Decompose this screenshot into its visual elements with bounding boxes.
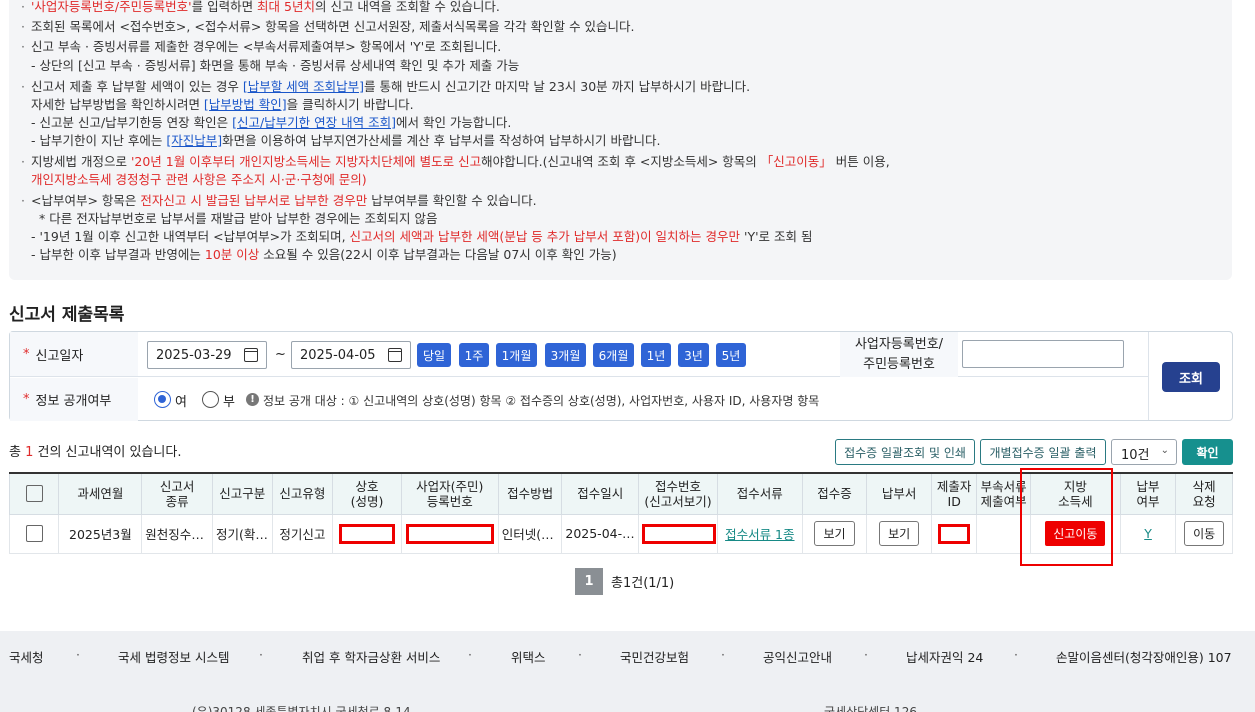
page-current[interactable]: 1	[575, 568, 603, 595]
notice-line-5: 신고서 제출 후 납부할 세액이 있는 경우 [납부할 세액 조회납부]를 통해…	[21, 78, 750, 96]
documents-link[interactable]: 접수서류 1종	[725, 527, 794, 542]
header-period: 과세연월	[58, 472, 143, 515]
footer-link-nts[interactable]: 국세청	[9, 647, 44, 666]
notice-line-8: - 납부기한이 지난 후에는 [자진납부]화면을 이용하여 납부지연가산세를 계…	[31, 133, 661, 148]
notice-line-2: 조회된 목록에서 <접수번호>, <접수서류> 항목을 선택하면 신고서원장, …	[21, 18, 635, 36]
footer-link-relay-center[interactable]: 손말이음센터(청각장애인용) 107	[1056, 647, 1232, 666]
notice-line-13: - '19년 1월 이후 신고한 내역부터 <납부여부>가 조회되며, 신고서의…	[31, 229, 813, 244]
search-form: * 신고일자 2025-03-29 ~ 2025-04-05 당일 1주 1개월 …	[9, 331, 1233, 421]
calendar-icon[interactable]	[388, 348, 402, 362]
header-form-type: 신고서 종류	[141, 472, 213, 515]
page-total: 총1건(1/1)	[611, 576, 675, 591]
payment-method-link[interactable]: [납부방법 확인]	[204, 97, 287, 112]
notice-box: '사업자등록번호/주민등록번호'를 입력하면 최대 5년치의 신고 내역을 조회…	[9, 0, 1232, 280]
redacted-biz-number	[405, 523, 494, 544]
bill-view-button[interactable]: 보기	[879, 521, 920, 546]
notice-line-6: 자세한 납부방법을 확인하시려면 [납부방법 확인]을 클릭하시기 바랍니다.	[31, 97, 414, 112]
footer-link-nhis[interactable]: 국민건강보험	[620, 647, 689, 666]
radio-yes[interactable]	[154, 391, 171, 408]
notice-line-12: * 다른 전자납부번호로 납부서를 재발급 받아 납부한 경우에는 조회되지 않…	[39, 211, 438, 226]
footer-link-taxpayer-rights[interactable]: 납세자권익 24	[906, 647, 983, 666]
header-bill: 납부서	[866, 472, 932, 515]
period-3year-button[interactable]: 3년	[678, 343, 709, 367]
delete-move-button[interactable]: 이동	[1184, 521, 1225, 546]
notice-line-9: 지방세법 개정으로 '20년 1월 이후부터 개인지방소득세는 지방자치단체에 …	[21, 153, 890, 171]
header-select-all	[8, 472, 60, 515]
date-label: * 신고일자	[10, 332, 138, 376]
disclose-row: * 정보 공개여부 여 부 ! 정보 공개 대상 : ① 신고내역의 상호(성명)…	[10, 378, 1148, 421]
total-count: 총 1 건의 신고내역이 있습니다.	[9, 445, 182, 460]
header-receipt: 접수증	[801, 472, 868, 515]
period-1year-button[interactable]: 1년	[641, 343, 671, 367]
disclose-label: * 정보 공개여부	[10, 378, 138, 421]
row-checkbox[interactable]	[25, 525, 43, 542]
redacted-company	[338, 523, 395, 544]
cell-method: 인터넷(작성)	[497, 513, 563, 554]
notice-line-11: <납부여부> 항목은 전자신고 시 발급된 납부서로 납부한 경우만 납부여부를…	[21, 192, 537, 210]
header-paid: 납부 여부	[1119, 472, 1177, 515]
pay-tax-link[interactable]: [납부할 세액 조회납부]	[243, 79, 364, 94]
disclose-info: 정보 공개 대상 : ① 신고내역의 상호(성명) 항목 ② 접수증의 상호(성…	[263, 394, 820, 408]
self-payment-link[interactable]: [자진납부]	[166, 133, 222, 148]
notice-line-3: 신고 부속 · 증빙서류를 제출한 경우에는 <부속서류제출여부> 항목에서 '…	[21, 38, 501, 56]
footer-link-law[interactable]: 국세 법령정보 시스템	[118, 647, 229, 666]
period-6month-button[interactable]: 6개월	[593, 343, 634, 367]
bulk-receipt-button[interactable]: 접수증 일괄조회 및 인쇄	[835, 439, 975, 465]
notice-line-7: - 신고분 신고/납부기한등 연장 확인은 [신고/납부기한 연장 내역 조회]…	[31, 115, 512, 130]
period-today-button[interactable]: 당일	[417, 343, 451, 367]
header-category: 신고구분	[211, 472, 273, 515]
extension-history-link[interactable]: [신고/납부기한 연장 내역 조회]	[232, 115, 396, 130]
notice-line-10: 개인지방소득세 경정청구 관련 사항은 주소지 시·군·구청에 문의)	[31, 172, 367, 187]
footer-link-wetax[interactable]: 위택스	[511, 647, 546, 666]
period-1week-button[interactable]: 1주	[459, 343, 489, 367]
confirm-button[interactable]: 확인	[1182, 439, 1233, 465]
header-received-at: 접수일시	[561, 472, 640, 515]
header-documents: 접수서류	[716, 472, 803, 515]
notice-line-1: '사업자등록번호/주민등록번호'를 입력하면 최대 5년치의 신고 내역을 조회…	[21, 0, 500, 16]
period-3month-button[interactable]: 3개월	[545, 343, 586, 367]
redacted-submitter-id	[938, 523, 971, 544]
notice-line-14: - 납부한 이후 납부결과 반영에는 10분 이상 소요될 수 있음(22시 이…	[31, 247, 617, 262]
period-1month-button[interactable]: 1개월	[496, 343, 537, 367]
notice-line-4: - 상단의 [신고 부속 · 증빙서류] 화면을 통해 부속 · 증빙서류 상세…	[31, 58, 520, 73]
receipt-view-button[interactable]: 보기	[814, 521, 855, 546]
select-all-checkbox[interactable]	[25, 485, 43, 503]
cell-type: 정기신고	[271, 513, 334, 554]
chevron-down-icon: ⌄	[1160, 445, 1169, 456]
highlight-local-tax-column	[1020, 468, 1113, 566]
cell-category: 정기(확정)	[211, 513, 273, 554]
section-title: 신고서 제출목록	[9, 305, 125, 325]
biz-number-input[interactable]	[962, 340, 1124, 368]
header-biz-number: 사업자(주민) 등록번호	[400, 472, 499, 515]
radio-no[interactable]	[202, 391, 219, 408]
footer-call-center: 국세상담센터 126	[824, 705, 917, 712]
cell-form-type: 원천징수이행상황신고서	[141, 513, 213, 554]
search-button[interactable]: 조회	[1162, 362, 1220, 392]
paid-status-link[interactable]: Y	[1144, 526, 1152, 541]
cell-received-at: 2025-04-05	[561, 513, 640, 554]
header-type: 신고유형	[271, 472, 334, 515]
individual-print-button[interactable]: 개별접수증 일괄 출력	[980, 439, 1106, 465]
footer-link-whistleblower[interactable]: 공익신고안내	[763, 647, 832, 666]
cell-period: 2025년3월	[58, 513, 143, 554]
period-5year-button[interactable]: 5년	[716, 343, 746, 367]
info-icon: !	[246, 393, 259, 406]
biz-number-label: 사업자등록번호/주민등록번호	[840, 332, 958, 377]
header-submitter-id: 제출자 ID	[930, 472, 978, 515]
calendar-icon[interactable]	[244, 348, 258, 362]
header-company: 상호 (성명)	[332, 472, 402, 515]
header-receipt-no: 접수번호 (신고서보기)	[638, 472, 718, 515]
footer-address: (우)30128 세종특별자치시 국세청로 8-14	[192, 705, 411, 712]
header-method: 접수방법	[497, 472, 563, 515]
header-delete: 삭제 요청	[1175, 472, 1233, 515]
redacted-receipt-no[interactable]	[642, 523, 717, 544]
date-row: * 신고일자 2025-03-29 ~ 2025-04-05 당일 1주 1개월 …	[10, 332, 1148, 377]
page-size-select[interactable]: 10건 ⌄	[1111, 439, 1177, 465]
footer-link-student-loan[interactable]: 취업 후 학자금상환 서비스	[302, 647, 440, 666]
date-to-input[interactable]: 2025-04-05	[291, 341, 411, 369]
date-from-input[interactable]: 2025-03-29	[147, 341, 267, 369]
footer: 국세청 · 국세 법령정보 시스템 · 취업 후 학자금상환 서비스 · 위택스…	[0, 631, 1255, 712]
